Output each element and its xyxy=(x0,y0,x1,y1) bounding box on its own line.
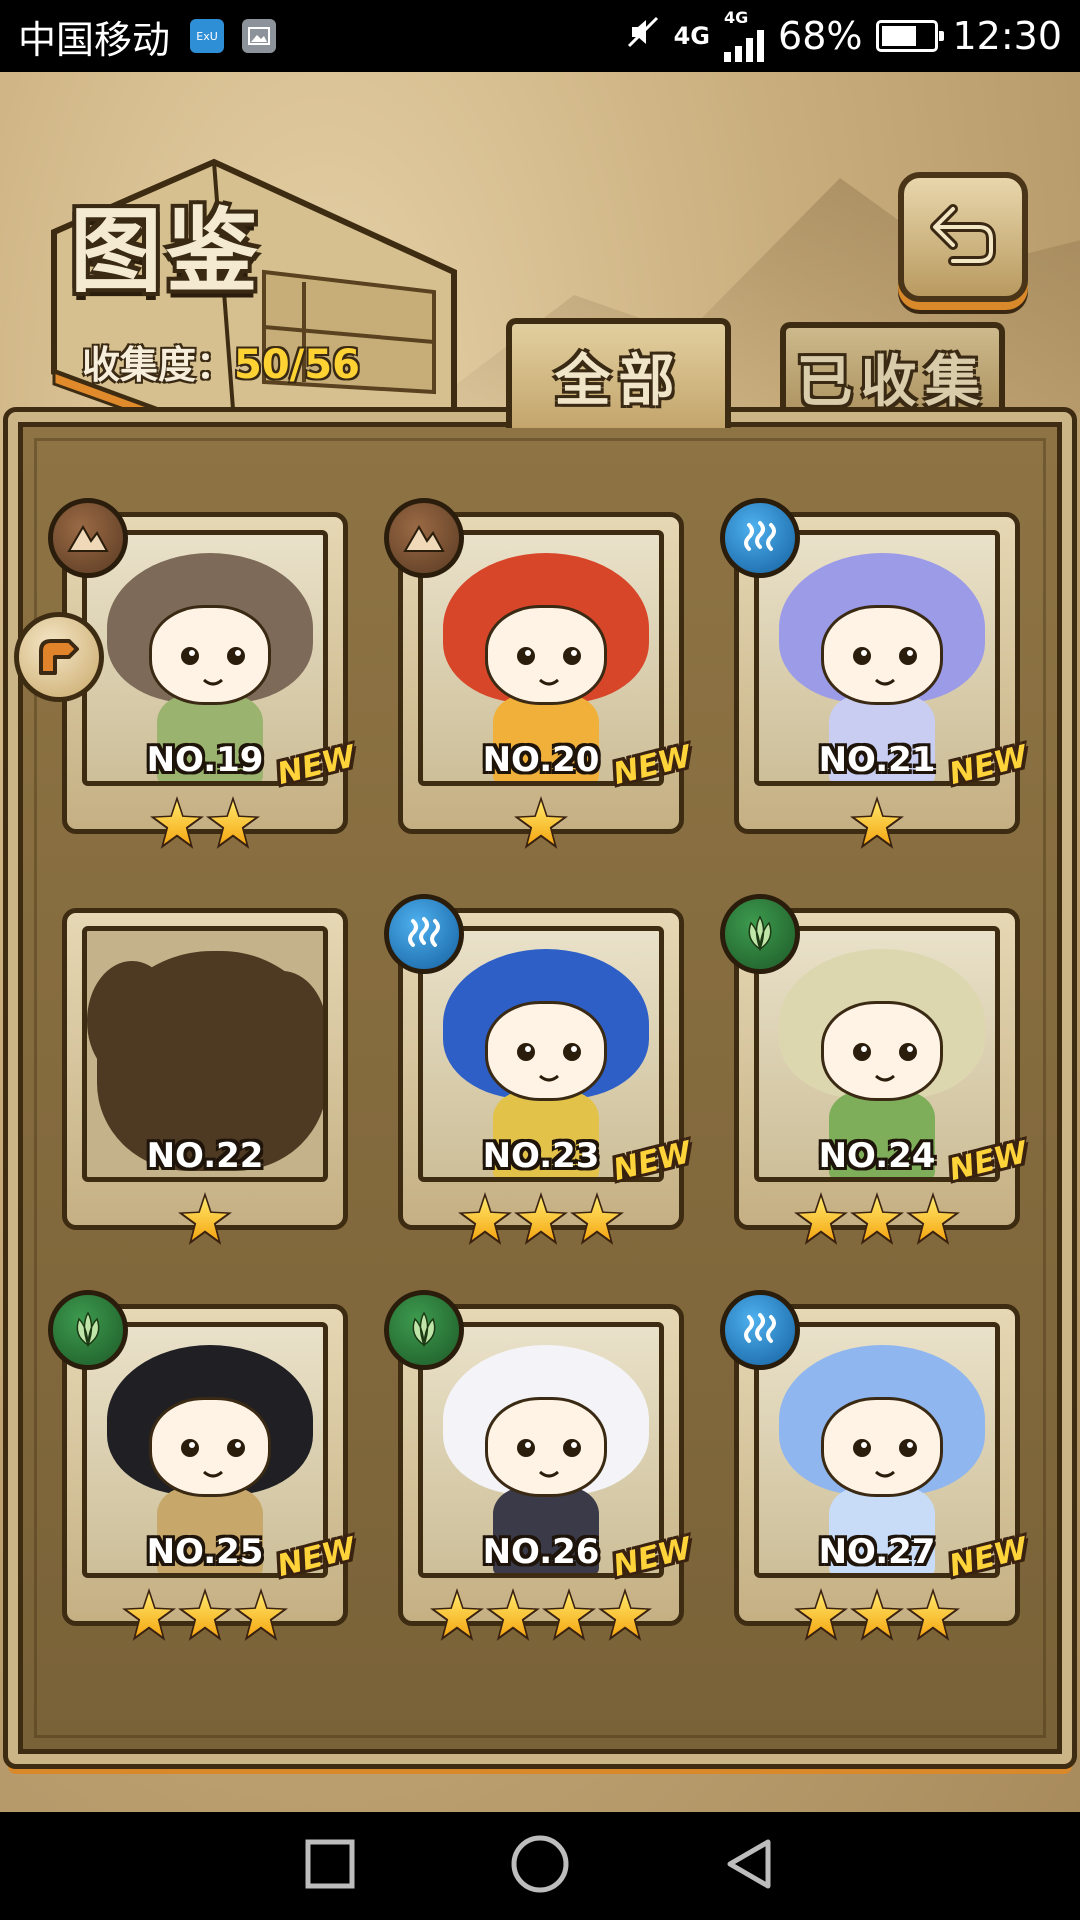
water-element-icon xyxy=(384,894,464,974)
star-icon xyxy=(906,1192,960,1245)
star-icon xyxy=(850,796,904,849)
system-nav-bar xyxy=(0,1812,1080,1920)
star-icon xyxy=(598,1588,652,1641)
tab-all[interactable]: 全部 xyxy=(506,318,731,428)
return-button[interactable] xyxy=(898,172,1028,302)
return-arrow-icon xyxy=(923,195,1003,279)
carrier-name: 中国移动 xyxy=(18,17,171,62)
mute-icon xyxy=(626,14,660,58)
leaf-element-icon xyxy=(720,894,800,974)
back-button[interactable] xyxy=(720,1836,780,1896)
status-bar: 中国移动 ExU 4G 4G 68% 12:30 xyxy=(0,0,1080,72)
star-rating xyxy=(734,796,1020,850)
star-icon xyxy=(122,1588,176,1641)
star-rating xyxy=(734,1588,1020,1642)
star-icon xyxy=(458,1192,512,1245)
recent-apps-icon xyxy=(305,1839,355,1893)
page-arrow-icon xyxy=(31,627,87,687)
monster-card[interactable]: NO.23 NEW xyxy=(384,894,695,1248)
leaf-element-icon xyxy=(384,1290,464,1370)
encyclopedia-screen: 图鉴 收集度： 50/56 全部 已收集 NO.19 NEW NO.20 NEW NO.… xyxy=(0,72,1080,1812)
monster-card[interactable]: NO.19 NEW xyxy=(48,498,359,852)
star-rating xyxy=(398,1588,684,1642)
home-button[interactable] xyxy=(510,1834,570,1898)
star-icon xyxy=(206,796,260,849)
network-type-primary: 4G xyxy=(673,22,711,50)
home-icon xyxy=(510,1834,570,1898)
earth-element-icon xyxy=(48,498,128,578)
star-icon xyxy=(794,1588,848,1641)
collection-value: 50/56 xyxy=(234,342,360,388)
star-icon xyxy=(430,1588,484,1641)
star-icon xyxy=(514,1192,568,1245)
card-number: NO.22 xyxy=(146,1136,264,1176)
water-element-icon xyxy=(720,1290,800,1370)
page-title: 图鉴 xyxy=(70,197,263,305)
monster-card[interactable]: NO.27 NEW xyxy=(720,1290,1031,1644)
star-icon xyxy=(514,796,568,849)
monster-card[interactable]: NO.25 NEW xyxy=(48,1290,359,1644)
star-rating xyxy=(734,1192,1020,1246)
star-icon xyxy=(178,1192,232,1245)
monster-card[interactable]: NO.24 NEW xyxy=(720,894,1031,1248)
water-element-icon xyxy=(720,498,800,578)
star-rating xyxy=(62,1192,348,1246)
star-icon xyxy=(542,1588,596,1641)
collection-label: 收集度： xyxy=(82,343,235,387)
star-rating xyxy=(398,796,684,850)
battery-percent: 68% xyxy=(778,14,863,58)
star-icon xyxy=(906,1588,960,1641)
blue-app-icon: ExU xyxy=(190,19,225,53)
tab-collected[interactable]: 已收集 xyxy=(780,322,1005,426)
star-rating xyxy=(62,796,348,850)
star-icon xyxy=(178,1588,232,1641)
star-rating xyxy=(398,1192,684,1246)
star-icon xyxy=(794,1192,848,1245)
star-icon xyxy=(234,1588,288,1641)
star-icon xyxy=(486,1588,540,1641)
card-grid-panel: NO.19 NEW NO.20 NEW NO.21 NEW NO.22 NO.23 NEW NO.… xyxy=(3,407,1077,1769)
recent-apps-button[interactable] xyxy=(300,1836,360,1896)
battery-icon xyxy=(876,20,945,52)
monster-card[interactable]: NO.26 NEW xyxy=(384,1290,695,1644)
gallery-icon xyxy=(242,19,277,53)
monster-card[interactable]: NO.21 NEW xyxy=(720,498,1031,852)
star-icon xyxy=(850,1192,904,1245)
signal-strength-icon xyxy=(724,26,765,62)
star-icon xyxy=(150,796,204,849)
monster-card[interactable]: NO.20 NEW xyxy=(384,498,695,852)
back-icon xyxy=(722,1836,778,1896)
leaf-element-icon xyxy=(48,1290,128,1370)
network-type-secondary: 4G xyxy=(724,8,749,27)
clock: 12:30 xyxy=(952,14,1062,58)
page-arrow-button[interactable] xyxy=(14,612,104,702)
star-icon xyxy=(850,1588,904,1641)
star-icon xyxy=(570,1192,624,1245)
star-rating xyxy=(62,1588,348,1642)
monster-card[interactable]: NO.22 xyxy=(62,908,348,1248)
collection-progress: 收集度： 50/56 xyxy=(82,334,360,389)
earth-element-icon xyxy=(384,498,464,578)
